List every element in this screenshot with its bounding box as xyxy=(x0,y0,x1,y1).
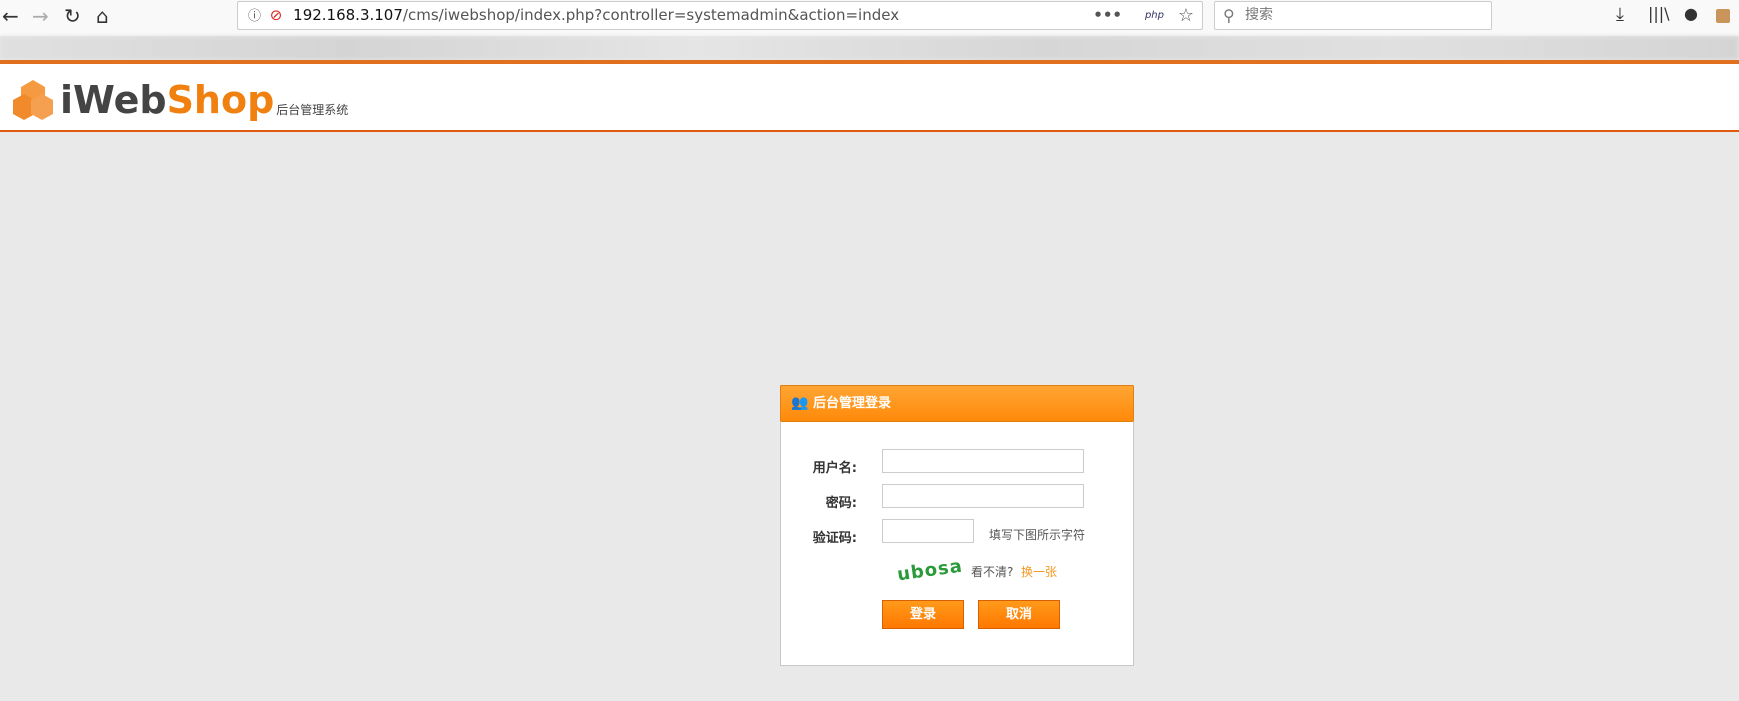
unclear-text: 看不清? xyxy=(971,565,1014,579)
forward-icon[interactable]: → xyxy=(32,4,49,28)
login-title: 后台管理登录 xyxy=(813,396,892,411)
login-button[interactable]: 登录 xyxy=(882,600,964,629)
captcha-hint: 填写下图所示字符 xyxy=(989,528,1086,542)
download-icon[interactable]: ⤓ xyxy=(1616,4,1624,25)
url-bar[interactable]: ⓘ ⊘ 192.168.3.107/cms/iwebshop/index.php… xyxy=(237,1,1203,30)
pocket-icon[interactable]: ● xyxy=(1684,4,1698,23)
captcha-label: 验证码: xyxy=(812,531,857,546)
bookmark-star-icon[interactable]: ☆ xyxy=(1178,2,1194,29)
insecure-lock-icon: ⊘ xyxy=(269,6,283,24)
logo-text-iweb: iWeb xyxy=(60,78,167,122)
site-header: iWeb Shop 后台管理系统 xyxy=(0,60,1739,132)
home-icon[interactable]: ⌂ xyxy=(96,4,109,28)
php-extension-icon[interactable]: php xyxy=(1145,2,1164,29)
url-path: /cms/iwebshop/index.php?controller=syste… xyxy=(402,6,900,24)
back-icon[interactable]: ← xyxy=(2,4,19,28)
header-subtitle: 后台管理系统 xyxy=(276,103,349,117)
password-input[interactable] xyxy=(882,484,1084,508)
page-actions-icon[interactable]: ••• xyxy=(1093,2,1122,29)
bookmarks-bar-blurred xyxy=(0,36,1739,60)
reload-icon[interactable]: ↻ xyxy=(64,4,81,28)
users-icon: 👥 xyxy=(791,395,809,411)
captcha-input[interactable] xyxy=(882,519,974,543)
search-input[interactable]: ⚲ 搜索 xyxy=(1214,1,1492,30)
info-icon[interactable]: ⓘ xyxy=(248,9,261,24)
search-icon: ⚲ xyxy=(1223,6,1235,25)
url-host: 192.168.3.107 xyxy=(293,6,403,24)
logo[interactable]: iWeb Shop 后台管理系统 xyxy=(12,78,348,120)
cube-logo-icon xyxy=(13,80,53,120)
username-input[interactable] xyxy=(882,449,1084,473)
search-placeholder: 搜索 xyxy=(1245,7,1273,23)
captcha-image[interactable]: ubosa xyxy=(896,556,964,586)
refresh-captcha-link[interactable]: 换一张 xyxy=(1021,563,1057,580)
browser-toolbar: ← → ↻ ⌂ ⓘ ⊘ 192.168.3.107/cms/iwebshop/i… xyxy=(0,0,1739,36)
extension-avatar-icon[interactable] xyxy=(1716,9,1730,23)
password-label: 密码: xyxy=(825,496,857,511)
cancel-button[interactable]: 取消 xyxy=(978,600,1060,629)
library-icon[interactable]: |||\ xyxy=(1648,4,1670,23)
username-label: 用户名: xyxy=(812,461,857,476)
login-panel: 👥 后台管理登录 用户名: 密码: 验证码: 填写下图所示字符 ubosa 看不… xyxy=(780,385,1134,666)
logo-text-shop: Shop xyxy=(166,78,275,122)
login-panel-header: 👥 后台管理登录 xyxy=(780,385,1134,422)
